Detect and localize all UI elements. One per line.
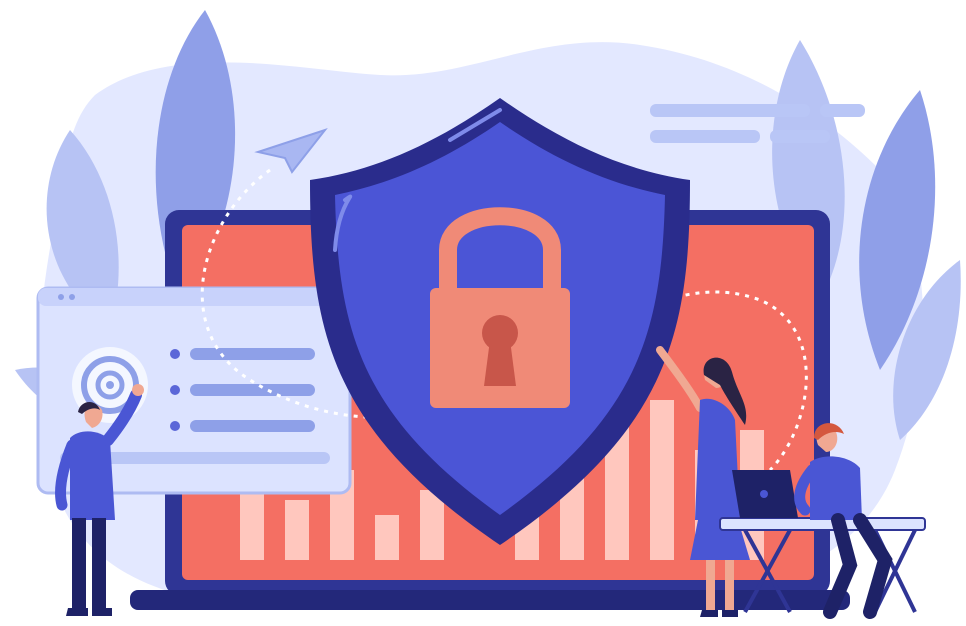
desk-laptop bbox=[732, 470, 798, 518]
cybersecurity-illustration bbox=[15, 10, 961, 619]
deco-line bbox=[820, 104, 865, 117]
laptop-base bbox=[130, 590, 850, 610]
panel-line bbox=[190, 348, 315, 360]
deco-line bbox=[650, 130, 760, 143]
deco-line bbox=[650, 104, 810, 117]
panel-line bbox=[190, 384, 315, 396]
deco-line bbox=[770, 130, 830, 143]
panel-line bbox=[190, 420, 315, 432]
